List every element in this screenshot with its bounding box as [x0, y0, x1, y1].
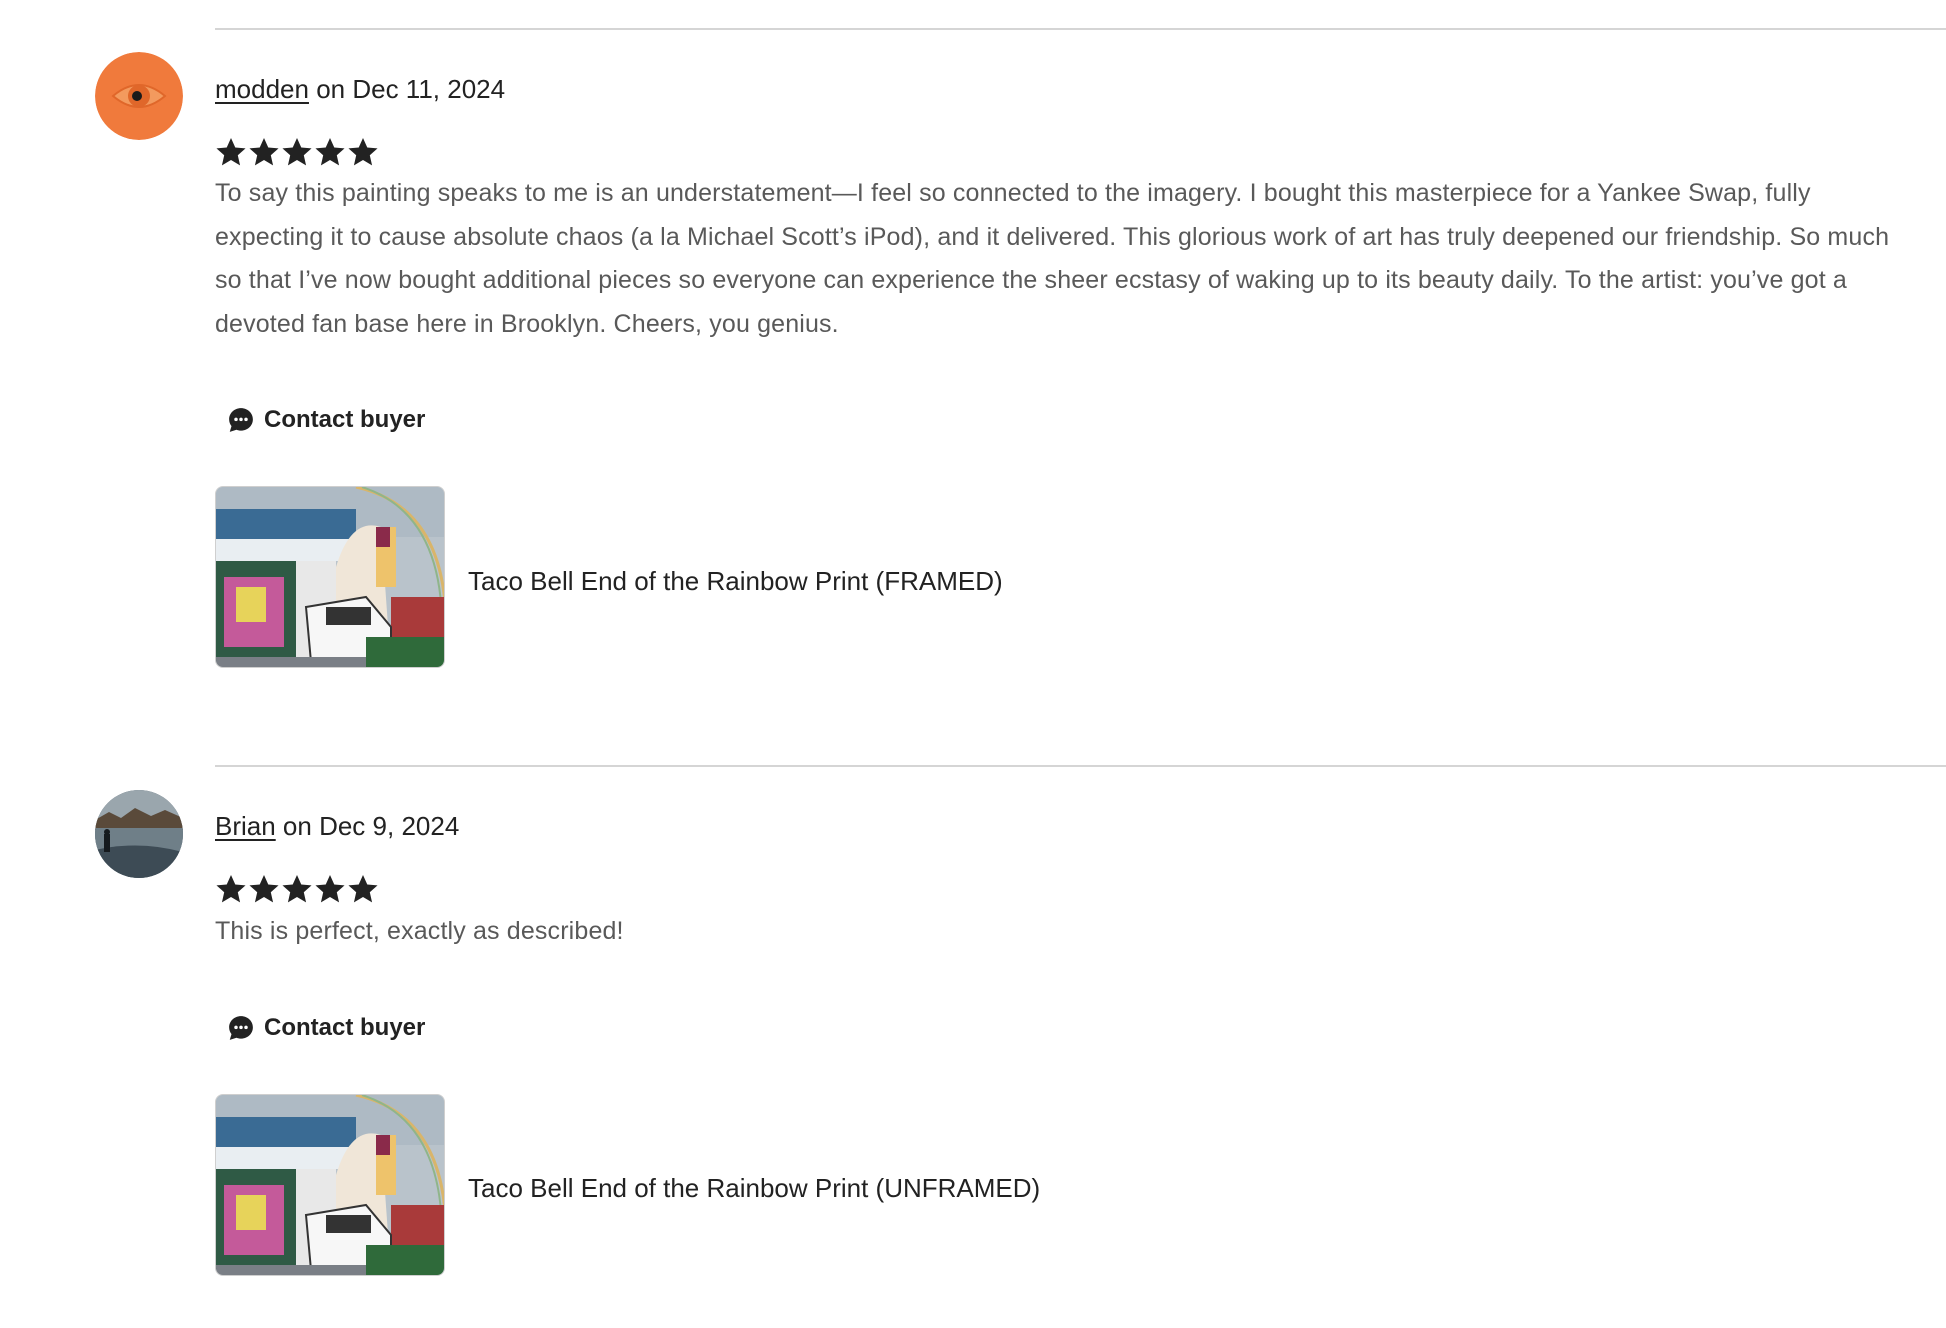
star-icon [282, 875, 312, 903]
reviewer-username-link[interactable]: modden [215, 74, 309, 104]
reviewer-username-link[interactable]: Brian [215, 811, 276, 841]
contact-buyer-button[interactable]: Contact buyer [216, 1006, 435, 1050]
photo-avatar-icon [95, 790, 183, 878]
product-thumbnail[interactable] [215, 1094, 445, 1276]
star-icon [249, 138, 279, 166]
product-title-link[interactable]: Taco Bell End of the Rainbow Print (UNFR… [468, 1173, 1040, 1204]
product-title-link[interactable]: Taco Bell End of the Rainbow Print (FRAM… [468, 566, 1003, 597]
star-icon [216, 875, 246, 903]
star-icon [348, 875, 378, 903]
review-text: To say this painting speaks to me is an … [215, 179, 1890, 338]
star-rating [215, 136, 379, 170]
contact-buyer-label: Contact buyer [264, 1014, 426, 1041]
review-date: on Dec 9, 2024 [275, 811, 460, 841]
review-meta: modden on Dec 11, 2024 [215, 74, 505, 105]
star-icon [315, 875, 345, 903]
reviewer-avatar[interactable] [95, 790, 183, 878]
review-divider [215, 765, 1946, 767]
review-divider [215, 28, 1946, 30]
review-date: on Dec 11, 2024 [308, 74, 506, 104]
star-icon [282, 138, 312, 166]
review-text: This is perfect, exactly as described! [215, 917, 624, 945]
star-icon [216, 138, 246, 166]
contact-buyer-label: Contact buyer [264, 406, 426, 433]
star-icon [315, 138, 345, 166]
star-icon [249, 875, 279, 903]
reviews-page: modden on Dec 11, 2024 To say this paint… [0, 0, 1946, 1328]
product-image [216, 487, 444, 667]
product-thumbnail[interactable] [215, 486, 445, 668]
contact-buyer-button[interactable]: Contact buyer [216, 398, 435, 442]
eye-avatar-icon [95, 52, 183, 140]
review-meta: Brian on Dec 9, 2024 [215, 811, 459, 842]
star-icon [348, 138, 378, 166]
star-rating [215, 873, 379, 907]
product-image [216, 1095, 444, 1275]
chat-bubble-icon [229, 1016, 253, 1040]
chat-bubble-icon [229, 408, 253, 432]
reviewer-avatar[interactable] [95, 52, 183, 140]
